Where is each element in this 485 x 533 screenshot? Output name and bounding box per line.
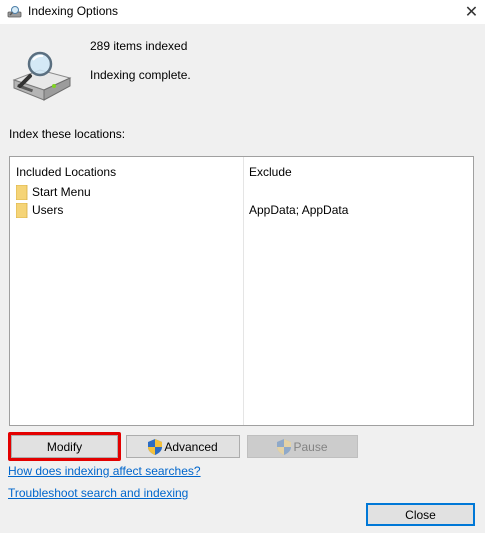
- items-indexed-count: 289 items indexed: [90, 39, 188, 53]
- pause-button[interactable]: Pause: [247, 435, 358, 458]
- uac-shield-icon: [277, 438, 292, 455]
- indexing-status: Indexing complete.: [90, 68, 191, 82]
- indexing-options-icon: [7, 6, 22, 18]
- locations-label: Index these locations:: [9, 127, 126, 141]
- location-name: Users: [32, 203, 64, 217]
- list-item[interactable]: Users AppData; AppData: [10, 202, 473, 219]
- list-item[interactable]: Start Menu: [10, 184, 473, 201]
- uac-shield-icon: [148, 438, 163, 455]
- troubleshoot-link[interactable]: Troubleshoot search and indexing: [8, 486, 188, 500]
- close-button-label: Close: [405, 507, 436, 522]
- indexing-affect-searches-link[interactable]: How does indexing affect searches?: [8, 464, 201, 478]
- exclude-header: Exclude: [249, 165, 292, 179]
- locations-list[interactable]: Included Locations Exclude Start Menu Us…: [9, 156, 474, 426]
- title-bar: Indexing Options ✕: [0, 0, 485, 24]
- highlight-box: [8, 432, 121, 461]
- folder-icon: [16, 185, 28, 200]
- close-button[interactable]: Close: [366, 503, 475, 526]
- advanced-button[interactable]: Advanced: [126, 435, 240, 458]
- location-name: Start Menu: [32, 185, 91, 199]
- close-icon[interactable]: ✕: [458, 0, 485, 24]
- location-exclude: AppData; AppData: [249, 203, 349, 217]
- folder-icon: [16, 203, 28, 218]
- window-title: Indexing Options: [28, 4, 119, 18]
- pause-button-label: Pause: [293, 439, 328, 454]
- advanced-button-label: Advanced: [164, 439, 218, 454]
- included-locations-header: Included Locations: [16, 165, 117, 179]
- drive-magnifier-icon: [12, 51, 72, 101]
